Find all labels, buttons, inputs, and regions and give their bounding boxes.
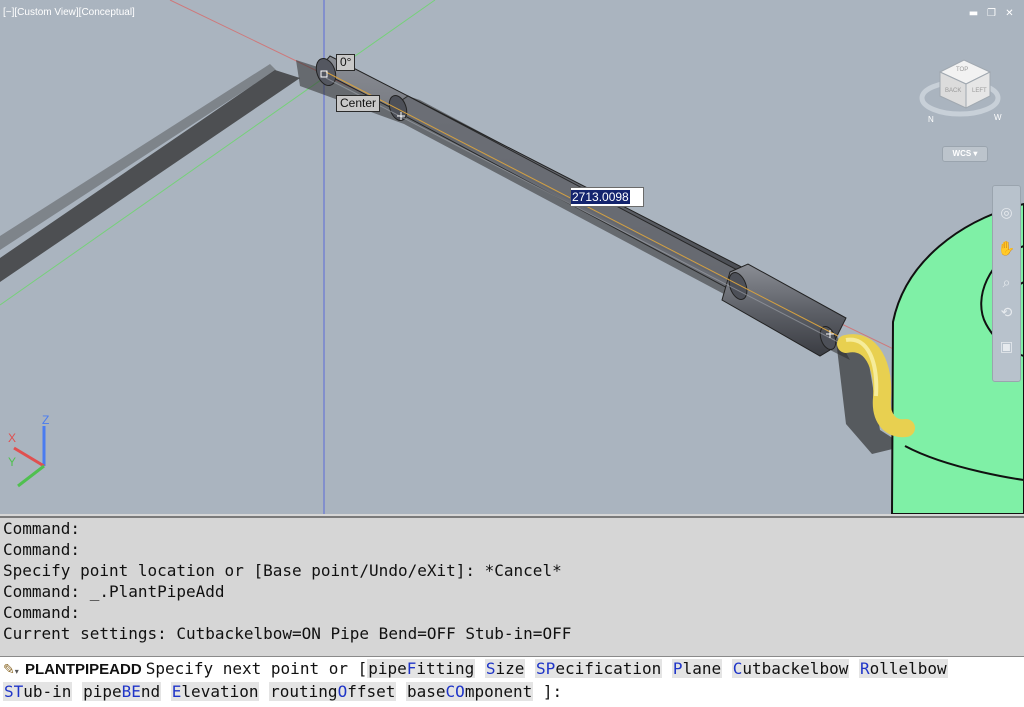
- command-option[interactable]: baseCOmponent: [406, 682, 534, 701]
- history-line: Command:: [3, 603, 81, 622]
- ucs-x-label: X: [8, 431, 16, 445]
- zoom-icon[interactable]: ⌕: [996, 274, 1017, 292]
- command-option[interactable]: Cutbackelbow: [731, 659, 850, 678]
- command-history: Command: Command: Specify point location…: [0, 516, 1024, 658]
- command-option[interactable]: pipeBEnd: [82, 682, 162, 701]
- command-prompt-closing: ]:: [542, 682, 563, 701]
- viewcube-back: BACK: [945, 88, 961, 94]
- history-line: Command:: [3, 519, 81, 538]
- angle-tooltip: 0°: [336, 54, 356, 71]
- ucs-z-label: Z: [42, 413, 49, 427]
- dynamic-input-value[interactable]: 2713.0098: [571, 190, 630, 204]
- compass-west: W: [994, 113, 1002, 122]
- command-option[interactable]: pipeFitting: [367, 659, 476, 678]
- command-name: PLANTPIPEADD: [25, 661, 142, 678]
- navigation-bar: ◎ ✋ ⌕ ⟲ ▣: [992, 185, 1021, 382]
- history-line: Current settings: Cutbackelbow=ON Pipe B…: [3, 624, 572, 643]
- steering-wheel-icon[interactable]: ◎: [996, 204, 1017, 222]
- history-line: Command: _.PlantPipeAdd: [3, 582, 225, 601]
- center-tooltip: Center: [336, 95, 381, 112]
- orbit-icon[interactable]: ⟲: [996, 304, 1017, 322]
- compass-north: N: [928, 115, 934, 124]
- command-option[interactable]: STub-in: [3, 682, 73, 701]
- ucs-y-axis-line: [0, 0, 436, 306]
- command-option[interactable]: Rollelbow: [858, 659, 948, 678]
- showmotion-icon[interactable]: ▣: [996, 338, 1017, 356]
- command-prompt: Specify next point or [: [145, 659, 368, 678]
- ucs-y-label: Y: [8, 455, 16, 469]
- viewcube-top: TOP: [956, 67, 968, 73]
- restore-icon[interactable]: ❐: [986, 8, 997, 19]
- command-customize-icon[interactable]: ✎▾: [3, 662, 25, 678]
- history-line: Specify point location or [Base point/Un…: [3, 561, 562, 580]
- minimize-icon[interactable]: ▬: [968, 8, 979, 19]
- command-option[interactable]: Plane: [671, 659, 723, 678]
- viewcube-left: LEFT: [972, 88, 987, 94]
- command-line[interactable]: ✎▾ PLANTPIPEADD Specify next point or [pip…: [0, 656, 1024, 707]
- model-viewport[interactable]: Z X Y TOP BACK LEFT N W [−][Custom View]…: [0, 0, 1024, 514]
- pan-icon[interactable]: ✋: [996, 240, 1017, 258]
- command-option[interactable]: routingOffset: [269, 682, 397, 701]
- viewcube[interactable]: TOP BACK LEFT N W: [919, 59, 1002, 124]
- history-line: Command:: [3, 540, 81, 559]
- command-option[interactable]: Size: [484, 659, 526, 678]
- ucs-menu[interactable]: WCS ▾: [942, 146, 988, 162]
- dynamic-input-field[interactable]: 2713.0098: [570, 187, 644, 207]
- viewport-controls-label[interactable]: [−][Custom View][Conceptual]: [3, 7, 135, 18]
- command-option[interactable]: Elevation: [170, 682, 260, 701]
- close-icon[interactable]: ✕: [1004, 8, 1015, 19]
- ucs-icon: Z X Y: [8, 413, 49, 488]
- scene-canvas[interactable]: Z X Y TOP BACK LEFT N W: [0, 0, 1024, 514]
- command-option[interactable]: SPecification: [535, 659, 663, 678]
